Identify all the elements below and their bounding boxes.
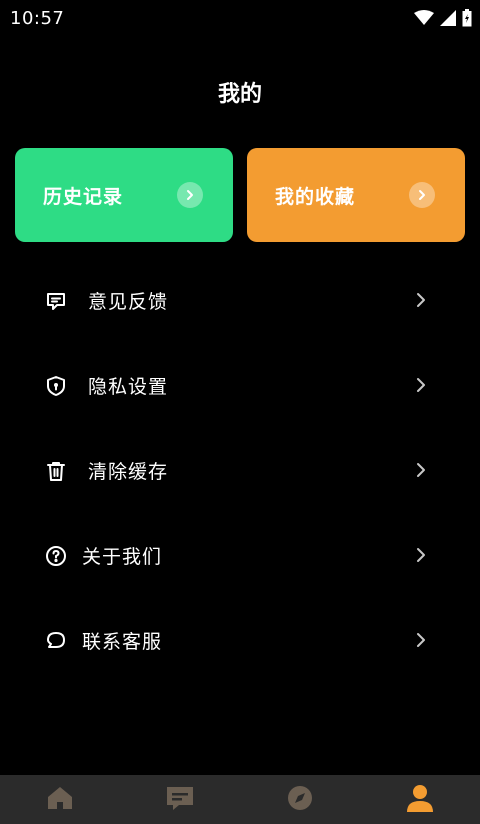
favorites-card-label: 我的收藏 xyxy=(275,185,356,208)
chevron-right-icon xyxy=(177,182,203,208)
settings-menu: 意见反馈 隐私设置 清除缓存 关于我们 联系客服 xyxy=(0,258,480,683)
chevron-right-icon xyxy=(409,182,435,208)
chevron-right-icon xyxy=(417,293,425,307)
menu-item-clear-cache[interactable]: 清除缓存 xyxy=(0,428,480,513)
battery-icon xyxy=(462,9,472,31)
favorites-card[interactable]: 我的收藏 xyxy=(247,148,465,242)
nav-item-profile[interactable] xyxy=(360,775,480,824)
menu-item-privacy[interactable]: 隐私设置 xyxy=(0,343,480,428)
menu-item-support[interactable]: 联系客服 xyxy=(0,598,480,683)
menu-item-feedback-label: 意见反馈 xyxy=(88,291,169,313)
nav-item-home[interactable] xyxy=(0,775,120,824)
message-square-icon xyxy=(44,289,68,313)
menu-item-about[interactable]: 关于我们 xyxy=(0,513,480,598)
chevron-right-icon xyxy=(417,378,425,392)
history-card[interactable]: 历史记录 xyxy=(15,148,233,242)
menu-item-feedback[interactable]: 意见反馈 xyxy=(0,258,480,343)
menu-item-clear-cache-label: 清除缓存 xyxy=(88,461,169,483)
status-time: 10:57 xyxy=(10,8,65,29)
bottom-nav xyxy=(0,775,480,824)
nav-item-messages[interactable] xyxy=(120,775,240,824)
nav-item-discover[interactable] xyxy=(240,775,360,824)
wifi-icon xyxy=(414,10,434,30)
message-icon xyxy=(165,784,195,816)
compass-icon xyxy=(286,784,314,816)
chevron-right-icon xyxy=(417,633,425,647)
chat-bubble-icon xyxy=(44,629,68,653)
history-card-label: 历史记录 xyxy=(43,185,124,208)
chevron-right-icon xyxy=(417,463,425,477)
menu-item-about-label: 关于我们 xyxy=(82,546,163,568)
home-icon xyxy=(46,784,74,816)
status-bar: 10:57 xyxy=(0,0,480,38)
question-circle-icon xyxy=(44,544,68,568)
trash-icon xyxy=(44,459,68,483)
chevron-right-icon xyxy=(417,548,425,562)
menu-item-privacy-label: 隐私设置 xyxy=(88,376,169,398)
page-title: 我的 xyxy=(217,82,262,107)
menu-item-support-label: 联系客服 xyxy=(82,631,163,653)
shield-icon xyxy=(44,374,68,398)
status-icons xyxy=(414,9,472,31)
user-icon xyxy=(406,783,434,817)
signal-icon xyxy=(440,10,456,30)
